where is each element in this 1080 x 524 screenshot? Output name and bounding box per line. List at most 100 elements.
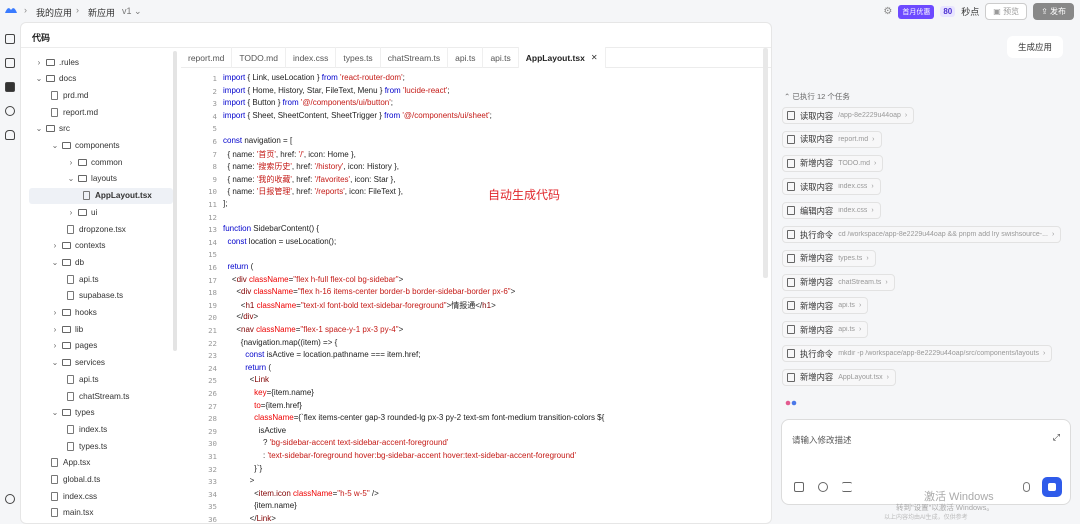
folder-icon [46, 58, 55, 66]
breadcrumb-my-apps[interactable]: 我的应用 [36, 6, 72, 19]
task-item[interactable]: 读取内容 index.css › [782, 178, 881, 196]
tree-folder[interactable]: › common [67, 154, 123, 170]
tree-file[interactable]: supabase.ts [67, 288, 123, 304]
chevron-down-icon[interactable]: ⌄ [51, 258, 59, 267]
promo-badge[interactable]: 首月优惠 [898, 4, 935, 19]
send-button[interactable] [1042, 477, 1062, 497]
task-item[interactable]: 编辑内容 index.css › [782, 202, 881, 220]
tree-folder[interactable]: ⌄ src [35, 121, 70, 137]
task-item[interactable]: 新增内容 TODO.md › [782, 154, 884, 172]
tree-file[interactable]: App.tsx [51, 455, 90, 471]
tree-folder[interactable]: › lib [51, 321, 84, 337]
chevron-down-icon[interactable]: ⌄ [35, 74, 43, 83]
code-editor[interactable]: 1 import { Link, useLocation } from 'reac… [181, 69, 771, 523]
tree-file[interactable]: api.ts [67, 271, 99, 287]
tree-item-label: main.tsx [63, 508, 94, 518]
tree-file[interactable]: global.d.ts [51, 472, 100, 488]
editor-tab[interactable]: index.css [286, 47, 337, 68]
chevron-right-icon[interactable]: › [51, 341, 59, 350]
tree-folder[interactable]: ⌄ layouts [67, 171, 117, 187]
task-item[interactable]: 新增内容 types.ts › [782, 249, 876, 267]
tree-file[interactable]: index.css [51, 488, 97, 504]
tree-folder[interactable]: › pages [51, 338, 98, 354]
code-line: </div> [223, 312, 259, 322]
tree-item-label: components [75, 141, 120, 150]
prompt-input-placeholder[interactable]: 请输入修改描述 [792, 434, 852, 446]
chat-icon[interactable] [5, 34, 15, 44]
chevron-down-icon[interactable]: ⌄ [67, 174, 75, 183]
tree-item-label: layouts [91, 174, 117, 184]
editor-tab-label: AppLayout.tsx [525, 52, 585, 63]
tree-file[interactable]: api.ts [67, 371, 99, 387]
editor-tab[interactable]: report.md [181, 47, 233, 68]
code-line: const isActive = location.pathname === i… [245, 350, 421, 360]
list-icon[interactable] [842, 482, 852, 492]
tree-folder[interactable]: ⌄ db [51, 254, 84, 270]
tasks-header[interactable]: ⌃ 已执行 12 个任务 [784, 91, 850, 102]
chevron-right-icon[interactable]: › [67, 208, 75, 217]
tree-file[interactable]: prd.md [51, 87, 88, 103]
editor-tab[interactable]: api.ts [448, 47, 484, 68]
tree-folder[interactable]: › .rules [35, 54, 79, 70]
tree-file[interactable]: main.tsx [51, 505, 93, 521]
tree-file[interactable]: chatStream.ts [67, 388, 130, 404]
task-item[interactable]: 执行命令 cd /workspace/app-8e2229u44oap && pn… [782, 226, 1062, 243]
tree-folder[interactable]: › contexts [51, 238, 106, 254]
tree-file[interactable]: dropzone.tsx [67, 221, 126, 237]
chevron-down-icon[interactable]: ⌄ [51, 408, 59, 417]
tree-file[interactable]: types.ts [67, 438, 107, 454]
publish-button[interactable]: ⇪ 发布 [1033, 3, 1074, 20]
task-item[interactable]: 新增内容 AppLayout.tsx › [782, 368, 896, 386]
editor-tab[interactable]: AppLayout.tsx ✕ [518, 47, 606, 68]
chevron-down-icon[interactable]: ⌄ [35, 124, 43, 133]
chevron-right-icon[interactable]: › [51, 241, 59, 250]
tree-folder[interactable]: ⌄ services [51, 355, 105, 371]
line-number: 23 [208, 351, 217, 361]
tree-file[interactable]: report.md [51, 104, 98, 120]
task-item[interactable]: 新增内容 api.ts › [782, 321, 869, 339]
preview-button[interactable]: ▣ 预览 [985, 3, 1028, 20]
expand-icon[interactable]: ⤢ [1053, 432, 1060, 443]
tree-file[interactable]: index.ts [67, 421, 107, 437]
chevron-right-icon[interactable]: › [67, 158, 75, 167]
task-item[interactable]: 读取内容/app-8e2229u44oap › [782, 107, 915, 124]
file-tree-scrollbar[interactable] [173, 51, 177, 351]
version-select[interactable]: v1 ⌄ [122, 6, 142, 17]
help-icon[interactable] [5, 494, 15, 504]
task-item[interactable]: 新增内容 api.ts › [782, 297, 869, 315]
task-action: 编辑内容 [800, 205, 834, 216]
line-number: 18 [208, 288, 217, 298]
chevron-down-icon[interactable]: ⌄ [51, 141, 59, 150]
breadcrumb-app-name[interactable]: 新应用 [88, 6, 115, 19]
editor-tab[interactable]: types.ts [336, 47, 381, 68]
code-icon[interactable] [5, 82, 15, 92]
tree-file[interactable]: AppLayout.tsx [29, 187, 173, 204]
plugin-icon[interactable] [818, 482, 828, 492]
tree-folder[interactable]: ⌄ components [51, 138, 120, 154]
microphone-icon[interactable] [1023, 482, 1030, 492]
generate-app-button[interactable]: 生成应用 [1007, 36, 1063, 58]
editor-tab-label: api.ts [490, 52, 511, 63]
task-item[interactable]: 读取内容 report.md › [782, 130, 882, 148]
editor-tab[interactable]: api.ts [483, 47, 519, 68]
chevron-down-icon[interactable]: ⌄ [51, 358, 59, 367]
task-item[interactable]: 执行命令 mkdir -p /workspace/app-8e2229u44oap… [782, 345, 1053, 362]
editor-tab[interactable]: TODO.md [232, 47, 286, 68]
tree-folder[interactable]: ⌄ docs [35, 71, 77, 87]
chevron-right-icon[interactable]: › [51, 325, 59, 334]
image-upload-icon[interactable] [794, 482, 804, 492]
chevron-right-icon[interactable]: › [51, 308, 59, 317]
task-item[interactable]: 新增内容 chatStream.ts › [782, 273, 895, 291]
close-icon[interactable]: ✕ [591, 53, 598, 62]
editor-tab[interactable]: chatStream.ts [381, 47, 449, 68]
tree-folder[interactable]: ⌄ types [51, 405, 95, 421]
code-scrollbar[interactable] [763, 48, 768, 278]
database-icon[interactable] [5, 130, 15, 140]
plugin-icon[interactable] [5, 106, 15, 116]
tree-folder[interactable]: › hooks [51, 305, 97, 321]
chevron-right-icon[interactable]: › [35, 58, 43, 67]
tree-folder[interactable]: › ui [67, 204, 98, 220]
document-icon[interactable] [5, 58, 15, 68]
settings-icon[interactable]: ⚙ [883, 6, 892, 17]
app-logo-icon[interactable] [4, 5, 18, 15]
